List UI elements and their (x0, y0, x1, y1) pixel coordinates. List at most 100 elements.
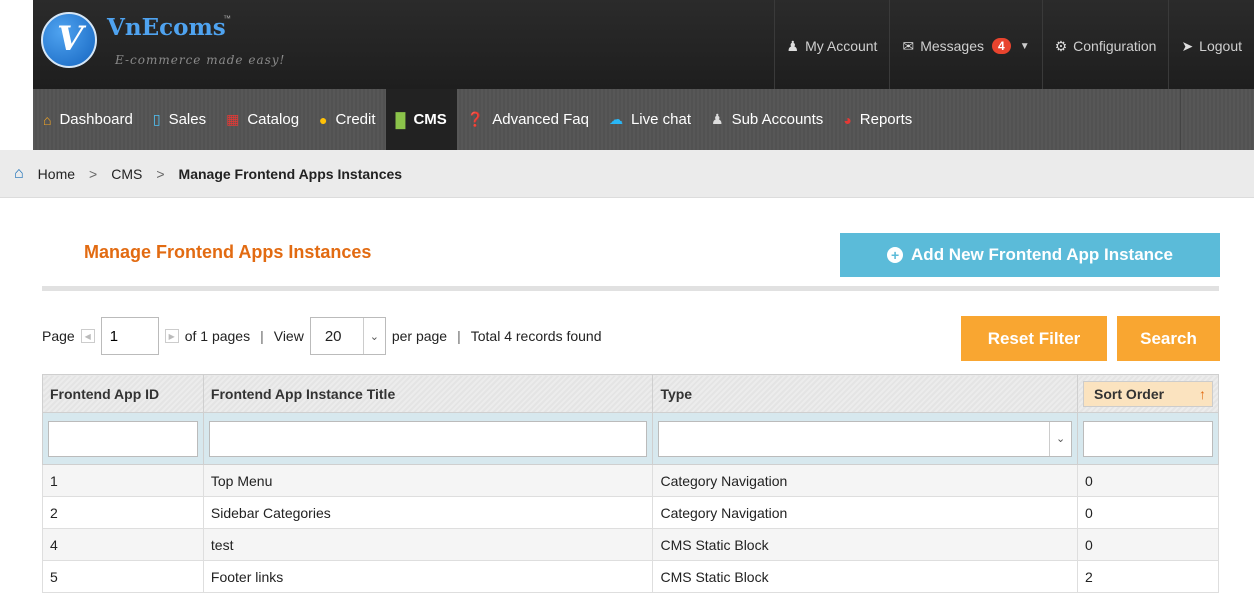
nav-reports-label: Reports (859, 111, 913, 128)
messages-link[interactable]: ✉ Messages 4 ▼ (889, 0, 1041, 89)
cell-id: 4 (42, 528, 204, 561)
cell-type: CMS Static Block (652, 528, 1079, 561)
top-header: V VnEcoms ™ E-commerce made easy! ♟ My A… (33, 0, 1254, 89)
configuration-link[interactable]: ⚙ Configuration (1041, 0, 1169, 89)
breadcrumb-separator: > (89, 165, 98, 182)
reset-filter-button[interactable]: Reset Filter (961, 316, 1107, 361)
filter-sort-order-input[interactable] (1083, 420, 1213, 457)
col-header-title[interactable]: Frontend App Instance Title (202, 374, 654, 413)
cell-type: Category Navigation (652, 496, 1079, 529)
add-new-instance-label: Add New Frontend App Instance (911, 245, 1173, 264)
per-page-select[interactable]: 20 ⌄ (309, 317, 386, 355)
search-button[interactable]: Search (1117, 316, 1220, 361)
breadcrumb-home[interactable]: Home (38, 166, 75, 182)
configuration-label: Configuration (1073, 38, 1157, 54)
pager: Page ◀ ▶ of 1 pages | View 20 ⌄ per page… (42, 316, 602, 356)
sort-order-label: Sort Order (1094, 385, 1165, 402)
page-title: Manage Frontend Apps Instances (84, 242, 372, 262)
cell-title: Footer links (202, 560, 654, 593)
cell-sort-order: 2 (1077, 560, 1219, 593)
table-row[interactable]: 2 Sidebar Categories Category Navigation… (42, 496, 1219, 529)
question-icon: ❓ (466, 111, 485, 127)
cell-id: 5 (42, 560, 204, 593)
coin-icon: ● (319, 111, 328, 128)
add-new-instance-button[interactable]: + Add New Frontend App Instance (840, 233, 1220, 277)
chevron-down-icon: ▼ (1019, 41, 1030, 52)
nav-sales-label: Sales (168, 111, 207, 128)
bar-chart-icon: ▯ (152, 111, 161, 127)
logo-trademark: ™ (223, 14, 231, 23)
logo-slogan: E-commerce made easy! (115, 53, 286, 67)
cell-title: Top Menu (202, 464, 654, 497)
nav-cms[interactable]: █ CMS (385, 89, 457, 150)
logout-link[interactable]: ➤ Logout (1168, 0, 1254, 89)
filter-title-input[interactable] (208, 420, 648, 457)
envelope-icon: ✉ (902, 38, 915, 54)
logout-label: Logout (1199, 38, 1242, 54)
nav-reports[interactable]: ◕ Reports (833, 89, 922, 150)
prev-page-icon[interactable]: ◀ (80, 329, 95, 343)
nav-live-chat[interactable]: ☁ Live chat (599, 89, 701, 150)
chat-icon: ☁ (608, 111, 623, 127)
messages-count-badge: 4 (992, 38, 1011, 54)
logo-name: VnEcoms (107, 14, 226, 41)
pie-chart-icon: ◕ (843, 111, 852, 128)
logo[interactable]: V VnEcoms ™ E-commerce made easy! (41, 8, 291, 78)
home-icon[interactable]: ⌂ (14, 165, 24, 183)
nav-divider (1180, 89, 1181, 150)
filter-cell (1077, 412, 1219, 465)
chevron-down-icon: ⌄ (362, 318, 385, 354)
nav-advanced-faq-label: Advanced Faq (492, 111, 589, 128)
users-icon: ♟ (711, 111, 724, 127)
breadcrumb-current: Manage Frontend Apps Instances (178, 165, 403, 182)
nav-catalog[interactable]: ▦ Catalog (216, 89, 309, 150)
plus-circle-icon: + (887, 247, 904, 263)
nav-dashboard[interactable]: ⌂ Dashboard (33, 89, 143, 150)
home-icon: ⌂ (43, 111, 52, 128)
logout-arrow-icon: ➤ (1181, 38, 1194, 54)
filter-cell (202, 412, 654, 465)
per-page-label: per page (391, 328, 448, 344)
logo-icon: V (41, 12, 97, 68)
filter-id-input[interactable] (48, 420, 198, 457)
next-page-icon[interactable]: ▶ (164, 329, 179, 343)
my-account-label: My Account (805, 38, 878, 54)
filter-row: ⌄ (42, 412, 1219, 465)
table-row[interactable]: 1 Top Menu Category Navigation 0 (42, 464, 1219, 497)
top-links: ♟ My Account ✉ Messages 4 ▼ ⚙ Configurat… (773, 0, 1254, 89)
nav-sales[interactable]: ▯ Sales (143, 89, 216, 150)
breadcrumb-separator: > (156, 165, 165, 182)
nav-advanced-faq[interactable]: ❓ Advanced Faq (457, 89, 599, 150)
page-number-input[interactable] (100, 317, 159, 355)
col-header-sort-order[interactable]: Sort Order ↑ (1077, 374, 1219, 413)
view-label: View (273, 328, 304, 344)
table-row[interactable]: 5 Footer links CMS Static Block 2 (42, 560, 1219, 593)
my-account-link[interactable]: ♟ My Account (773, 0, 890, 89)
breadcrumb-cms[interactable]: CMS (111, 166, 142, 182)
records-count: Total 4 records found (470, 328, 602, 344)
of-pages-text: of 1 pages (184, 328, 251, 344)
nav-catalog-label: Catalog (247, 111, 300, 128)
book-icon: █ (395, 111, 406, 128)
page-margin (0, 0, 33, 158)
sort-arrow-up-icon: ↑ (1199, 385, 1206, 402)
nav-cms-label: CMS (413, 111, 447, 128)
cell-title: test (202, 528, 654, 561)
nav-sub-accounts-label: Sub Accounts (731, 111, 824, 128)
nav-sub-accounts[interactable]: ♟ Sub Accounts (701, 89, 833, 150)
cell-sort-order: 0 (1077, 528, 1219, 561)
col-header-type[interactable]: Type (652, 374, 1079, 413)
col-header-id[interactable]: Frontend App ID (42, 374, 204, 413)
gear-icon: ⚙ (1054, 38, 1068, 54)
cell-id: 2 (42, 496, 204, 529)
cell-type: Category Navigation (652, 464, 1079, 497)
cell-type: CMS Static Block (652, 560, 1079, 593)
breadcrumb: ⌂ Home > CMS > Manage Frontend Apps Inst… (0, 150, 1254, 198)
table-row[interactable]: 4 test CMS Static Block 0 (42, 528, 1219, 561)
nav-credit[interactable]: ● Credit (309, 89, 385, 150)
filter-type-select[interactable]: ⌄ (658, 420, 1073, 457)
gift-icon: ▦ (226, 111, 240, 127)
main-nav: ⌂ Dashboard ▯ Sales ▦ Catalog ● Credit █… (33, 89, 1254, 150)
cell-title: Sidebar Categories (202, 496, 654, 529)
nav-dashboard-label: Dashboard (59, 111, 133, 128)
